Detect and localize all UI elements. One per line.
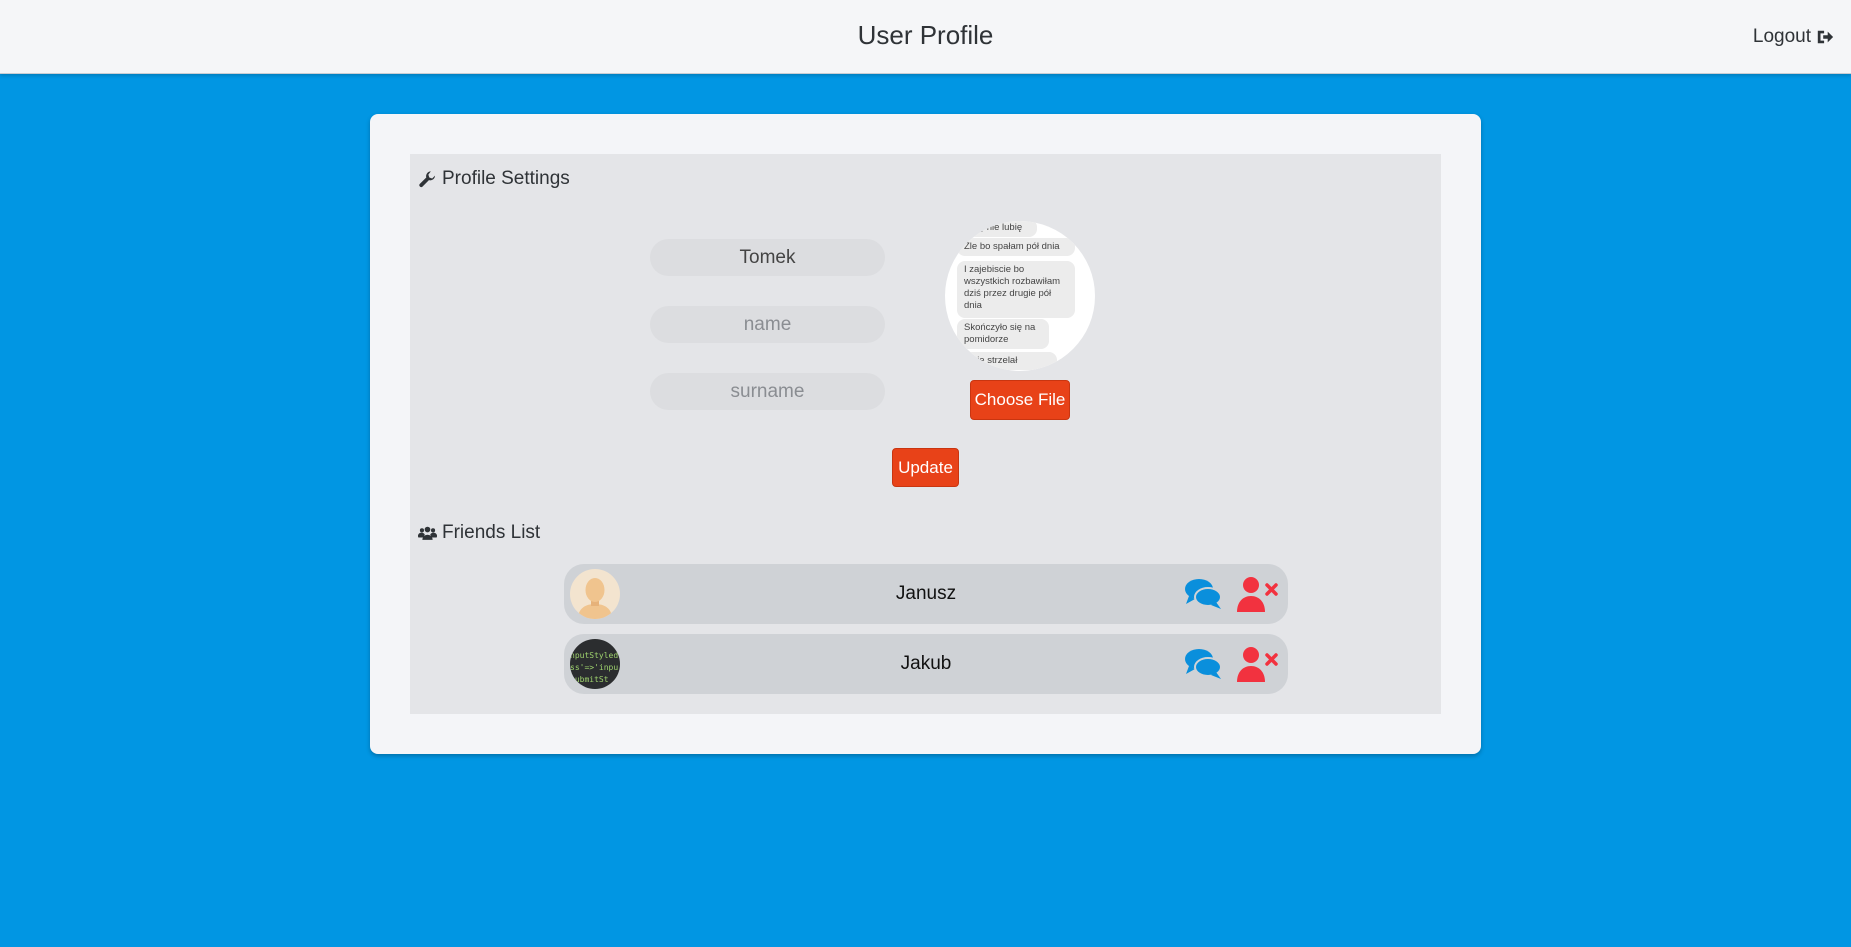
choose-file-button[interactable]: Choose File bbox=[970, 380, 1070, 420]
profile-settings-title: Profile Settings bbox=[442, 168, 570, 189]
avatar-image-text: mnie strzelał bbox=[957, 352, 1057, 370]
settings-panel: Profile Settings lubię nie lubię Źle bo … bbox=[410, 154, 1441, 714]
comments-icon bbox=[1185, 579, 1222, 609]
friend-name: Janusz bbox=[895, 583, 957, 604]
username-field[interactable] bbox=[650, 239, 885, 276]
avatar-image-text: Skończyło się na pomidorze bbox=[957, 319, 1049, 349]
friend-name: Jakub bbox=[900, 653, 952, 674]
chat-button[interactable] bbox=[1184, 578, 1222, 610]
logout-link[interactable]: Logout bbox=[1753, 26, 1834, 48]
name-field[interactable] bbox=[650, 306, 885, 343]
user-times-icon bbox=[1237, 577, 1278, 612]
surname-field[interactable] bbox=[650, 373, 885, 410]
sign-out-icon bbox=[1817, 30, 1834, 44]
chat-button[interactable] bbox=[1184, 648, 1222, 680]
page-title: User Profile bbox=[857, 20, 994, 50]
avatar-code-line: submitSt bbox=[570, 675, 609, 684]
profile-settings-heading: Profile Settings bbox=[418, 168, 570, 190]
remove-friend-button[interactable] bbox=[1237, 646, 1279, 682]
avatar-image-text: lubię nie lubię bbox=[957, 221, 1037, 237]
users-icon bbox=[418, 526, 437, 540]
profile-card: Profile Settings lubię nie lubię Źle bo … bbox=[370, 114, 1481, 754]
remove-friend-button[interactable] bbox=[1237, 576, 1279, 612]
top-navbar: User Profile Logout bbox=[0, 0, 1851, 74]
avatar-image-text: Źle bo spałam pół dnia bbox=[957, 238, 1075, 256]
user-times-icon bbox=[1237, 647, 1278, 682]
friends-list-heading: Friends List bbox=[418, 522, 540, 544]
update-button[interactable]: Update bbox=[892, 448, 959, 487]
wrench-icon bbox=[419, 170, 436, 187]
profile-avatar-preview: lubię nie lubię Źle bo spałam pół dnia I… bbox=[945, 221, 1095, 371]
friends-list-title: Friends List bbox=[442, 522, 541, 543]
avatar-image-text: I zajebiscie bo wszystkich rozbawiłam dz… bbox=[957, 261, 1075, 318]
friend-row: Janusz bbox=[564, 564, 1288, 624]
friend-row: nputStyled ss'=>'inpu submitSt Jakub bbox=[564, 634, 1288, 694]
logout-label: Logout bbox=[1752, 26, 1811, 47]
comments-icon bbox=[1185, 649, 1222, 679]
